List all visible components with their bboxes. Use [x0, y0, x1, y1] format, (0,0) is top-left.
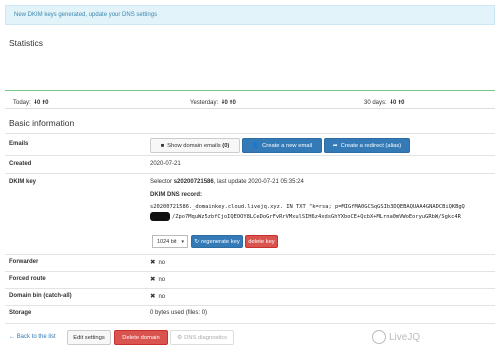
- logo-circle-icon: [372, 330, 386, 344]
- dkim-last-update: , last update 2020-07-21 05:35:24: [213, 179, 304, 185]
- regenerate-key-button[interactable]: ↻ regenerate key: [191, 235, 243, 248]
- forwarder-label: Forwarder: [9, 259, 39, 265]
- dkim-record-line1: s20200721586._domainkey.cloud.livejq.xyz…: [150, 204, 465, 210]
- edit-label: Edit settings: [73, 334, 105, 341]
- stats-30days-down: 0: [393, 100, 397, 106]
- dns-label: DNS diagnostics: [184, 334, 228, 341]
- stats-30days: 30 days: 🠛0 🠙0: [364, 98, 404, 108]
- delete-domain-button[interactable]: Delete domain: [114, 330, 168, 345]
- storage-row: [5, 305, 495, 324]
- stats-yesterday-label: Yesterday:: [190, 100, 219, 106]
- create-redirect-button[interactable]: ➦ Create a redirect (alias): [324, 138, 410, 153]
- section-divider: [5, 108, 495, 109]
- domain-bin-value-wrap: ✖ no: [150, 292, 165, 300]
- emails-label: Emails: [9, 141, 29, 147]
- dkim-record-line2: /Zpo7MquWz5zbfCjoIQEOOY8LCeDoGrFvRrVMxul…: [172, 214, 461, 220]
- logo-text: LiveJQ: [389, 331, 421, 343]
- back-to-list-link[interactable]: ← Back to the list: [9, 334, 56, 340]
- storage-value: 0 bytes used (files: 0): [150, 310, 208, 316]
- stats-30days-label: 30 days:: [364, 100, 387, 106]
- delete-label: Delete domain: [122, 334, 160, 341]
- back-label: Back to the list: [16, 334, 56, 340]
- dkim-record-box: s20200721586._domainkey.cloud.livejq.xyz…: [150, 202, 495, 226]
- create-email-label: Create a new email: [262, 142, 313, 149]
- dkim-record-label: DKIM DNS record:: [150, 192, 203, 198]
- forwarder-value-wrap: ✖ no: [150, 258, 165, 266]
- user-plus-icon: 👤: [251, 142, 260, 149]
- stats-today-up: 0: [45, 100, 49, 106]
- refresh-icon: ↻: [194, 238, 200, 245]
- forced-route-value: no: [158, 277, 166, 283]
- forwarder-value: no: [158, 260, 166, 266]
- x-icon: ✖: [150, 276, 156, 283]
- dkim-selector-prefix: Selector: [150, 179, 173, 185]
- key-size-select[interactable]: 1024 bit ▾: [152, 235, 188, 248]
- stats-today-label: Today:: [13, 100, 31, 106]
- stats-today: Today: 🠛0 🠙0: [13, 98, 48, 108]
- redaction-mark: [150, 212, 170, 221]
- forced-route-label: Forced route: [9, 276, 46, 282]
- storage-label: Storage: [9, 310, 32, 316]
- edit-settings-button[interactable]: Edit settings: [67, 330, 111, 345]
- key-size-value: 1024 bit: [157, 238, 177, 245]
- livejq-logo: LiveJQ: [372, 330, 420, 344]
- x-icon: ✖: [150, 293, 156, 300]
- dkim-selector: s20200721586: [173, 179, 214, 185]
- domain-bin-value: no: [158, 294, 166, 300]
- forced-route-value-wrap: ✖ no: [150, 275, 165, 283]
- statistics-title: Statistics: [9, 38, 44, 48]
- basic-info-title: Basic information: [9, 118, 75, 128]
- caret-down-icon: ▾: [181, 238, 184, 245]
- stats-today-down: 0: [37, 100, 41, 106]
- stats-30days-up: 0: [401, 100, 405, 106]
- domain-bin-row: [5, 288, 495, 306]
- alert-text: New DKIM keys generated, update your DNS…: [14, 12, 158, 18]
- gear-icon: ⚙: [176, 334, 183, 341]
- x-icon: ✖: [150, 259, 156, 266]
- create-email-button[interactable]: 👤 Create a new email: [242, 138, 322, 153]
- dns-diagnostics-button[interactable]: ⚙ DNS diagnostics: [170, 330, 234, 345]
- forwarder-row: [5, 254, 495, 272]
- dkim-alert: New DKIM keys generated, update your DNS…: [5, 5, 495, 25]
- statistics-chart: [5, 52, 495, 94]
- domain-bin-label: Domain bin (catch-all): [9, 293, 72, 299]
- delete-key-button[interactable]: delete key: [245, 235, 278, 248]
- delete-key-label: delete key: [248, 238, 275, 245]
- stats-yesterday-up: 0: [232, 100, 236, 106]
- created-label: Created: [9, 161, 32, 167]
- show-emails-count: (0): [222, 142, 230, 149]
- forced-route-row: [5, 271, 495, 289]
- dkim-selector-line: Selector s20200721586, last update 2020-…: [150, 179, 304, 185]
- stats-baseline: [5, 90, 495, 91]
- stats-yesterday-down: 0: [224, 100, 228, 106]
- show-emails-label: Show domain emails: [167, 142, 221, 149]
- share-icon: ➦: [332, 142, 338, 149]
- dkim-label: DKIM key: [9, 179, 37, 185]
- created-row: [5, 155, 495, 174]
- create-redirect-label: Create a redirect (alias): [340, 142, 402, 149]
- arrow-left-icon: ←: [9, 334, 15, 340]
- regen-label: regenerate key: [201, 238, 240, 245]
- show-domain-emails-button[interactable]: ■ Show domain emails (0): [150, 138, 240, 153]
- list-icon: ■: [160, 142, 165, 149]
- stats-yesterday: Yesterday: 🠛0 🠙0: [190, 98, 236, 108]
- created-value: 2020-07-21: [150, 161, 181, 167]
